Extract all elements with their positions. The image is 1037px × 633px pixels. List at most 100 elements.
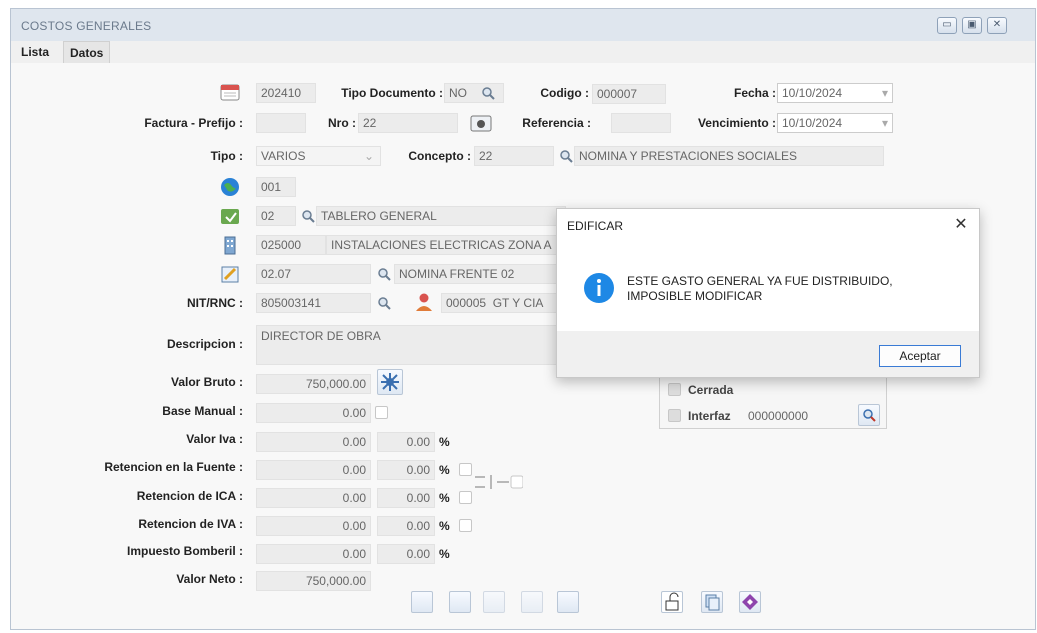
nit-label: NIT/RNC : — [187, 296, 243, 310]
unlock-icon — [665, 592, 679, 611]
valor-neto-label: Valor Neto : — [176, 572, 243, 586]
base-manual-label: Base Manual : — [162, 404, 243, 418]
search-icon[interactable] — [301, 209, 315, 226]
close-window-button[interactable]: ✕ — [987, 17, 1007, 34]
retencion-link-connector — [475, 471, 524, 493]
calculator-button[interactable] — [377, 369, 403, 395]
vencimiento-label: Vencimiento : — [697, 116, 776, 130]
factura-prefijo-field[interactable] — [256, 113, 306, 133]
percent-symbol: % — [439, 547, 450, 561]
referencia-label: Referencia : — [522, 116, 591, 130]
retencion-iva-field[interactable]: 0.00 — [256, 516, 371, 536]
vencimiento-datepicker[interactable]: 10/10/2024 ▾ — [777, 113, 893, 133]
valor-bruto-label: Valor Bruto : — [170, 375, 243, 389]
unlock-button[interactable] — [661, 591, 683, 613]
save-button[interactable] — [483, 591, 505, 613]
tipo-select[interactable]: VARIOS ⌄ — [256, 146, 381, 166]
interfaz-checkbox[interactable] — [668, 409, 681, 422]
search-icon — [863, 409, 876, 422]
alert-dialog: EDIFICAR ✕ ESTE GASTO GENERAL YA FUE DIS… — [556, 208, 980, 378]
proyecto-code-field[interactable]: 02 — [256, 206, 296, 226]
person-icon[interactable] — [413, 291, 435, 313]
retencion-ica-label: Retencion de ICA : — [136, 489, 243, 503]
chevron-down-icon: ⌄ — [363, 149, 374, 163]
valor-neto-field[interactable]: 750,000.00 — [256, 571, 371, 591]
nit-field[interactable]: 805003141 — [256, 293, 371, 313]
base-manual-field[interactable]: 0.00 — [256, 403, 371, 423]
actividad-code-field[interactable]: 02.07 — [256, 264, 371, 284]
concepto-name-field: NOMINA Y PRESTACIONES SOCIALES — [574, 146, 884, 166]
retencion-ica-pct-field[interactable]: 0.00 — [377, 488, 435, 508]
calendar-icon[interactable] — [219, 82, 241, 102]
camera-icon[interactable] — [469, 113, 493, 133]
task-icon — [219, 263, 241, 285]
fecha-label: Fecha : — [733, 86, 776, 100]
codigo-label: Codigo : — [540, 86, 589, 100]
search-icon[interactable] — [481, 86, 495, 103]
concepto-label: Concepto : — [408, 149, 471, 163]
impuesto-bomberil-label: Impuesto Bomberil : — [126, 544, 243, 558]
retencion-iva-checkbox[interactable] — [459, 519, 472, 532]
building-icon — [219, 234, 241, 256]
search-icon[interactable] — [377, 296, 391, 313]
diamond-button[interactable] — [739, 591, 761, 613]
percent-symbol: % — [439, 491, 450, 505]
retencion-fuente-field[interactable]: 0.00 — [256, 460, 371, 480]
proyecto-name-field: TABLERO GENERAL — [316, 206, 566, 226]
tipo-documento-field[interactable]: NO — [444, 83, 504, 103]
aceptar-button[interactable]: Aceptar — [879, 345, 961, 367]
base-manual-checkbox[interactable] — [375, 406, 388, 419]
retencion-ica-field[interactable]: 0.00 — [256, 488, 371, 508]
copy-button[interactable] — [701, 591, 723, 613]
valor-bruto-field[interactable]: 750,000.00 — [256, 374, 371, 394]
retencion-iva-pct-field[interactable]: 0.00 — [377, 516, 435, 536]
globe-icon — [219, 176, 241, 198]
impuesto-bomberil-field[interactable]: 0.00 — [256, 544, 371, 564]
tipo-documento-label: Tipo Documento : — [341, 86, 443, 100]
percent-symbol: % — [439, 435, 450, 449]
retencion-ica-checkbox[interactable] — [459, 491, 472, 504]
cerrada-checkbox[interactable] — [668, 383, 681, 396]
descripcion-textarea[interactable]: DIRECTOR DE OBRA — [256, 325, 566, 365]
fecha-datepicker[interactable]: 10/10/2024 ▾ — [777, 83, 893, 103]
undo-button[interactable] — [521, 591, 543, 613]
dialog-close-icon[interactable]: ✕ — [951, 215, 971, 235]
centro-costo-code-field[interactable]: 025000 — [256, 235, 326, 255]
centro-costo-name-field: INSTALACIONES ELECTRICAS ZONA A — [326, 235, 566, 255]
minimize-button[interactable]: ▭ — [937, 17, 957, 34]
dialog-message: ESTE GASTO GENERAL YA FUE DISTRIBUIDO, I… — [627, 274, 893, 303]
descripcion-label: Descripcion : — [166, 337, 243, 351]
valor-iva-field[interactable]: 0.00 — [256, 432, 371, 452]
maximize-button[interactable]: ▣ — [962, 17, 982, 34]
chevron-down-icon: ▾ — [881, 116, 888, 130]
referencia-field[interactable] — [611, 113, 671, 133]
retencion-fuente-checkbox[interactable] — [459, 463, 472, 476]
project-icon — [219, 205, 241, 227]
periodo-field[interactable]: 202410 — [256, 83, 316, 103]
retencion-fuente-pct-field[interactable]: 0.00 — [377, 460, 435, 480]
delete-record-button[interactable] — [557, 591, 579, 613]
valor-iva-pct-field[interactable]: 0.00 — [377, 432, 435, 452]
search-icon[interactable] — [559, 149, 573, 166]
nro-field[interactable]: 22 — [358, 113, 458, 133]
edit-record-button[interactable] — [449, 591, 471, 613]
impuesto-bomberil-pct-field[interactable]: 0.00 — [377, 544, 435, 564]
retencion-fuente-label: Retencion en la Fuente : — [104, 460, 243, 474]
sucursal-field[interactable]: 001 — [256, 177, 296, 197]
actividad-name-field: NOMINA FRENTE 02 — [394, 264, 566, 284]
concepto-code-field[interactable]: 22 — [474, 146, 554, 166]
tercero-field: 000005 GT Y CIA — [441, 293, 566, 313]
tab-lista[interactable]: Lista — [15, 41, 55, 63]
factura-prefijo-label: Factura - Prefijo : — [144, 116, 243, 130]
diamond-icon — [742, 594, 758, 610]
tab-datos[interactable]: Datos — [63, 41, 111, 63]
new-record-button[interactable] — [411, 591, 433, 613]
valor-iva-label: Valor Iva : — [186, 432, 243, 446]
window-title: COSTOS GENERALES — [21, 19, 152, 33]
retencion-iva-label: Retencion de IVA : — [138, 517, 243, 531]
dialog-footer: Aceptar — [557, 331, 979, 377]
codigo-field[interactable]: 000007 — [592, 84, 666, 104]
search-icon[interactable] — [377, 267, 391, 284]
tipo-label: Tipo : — [210, 149, 243, 163]
interfaz-search-button[interactable] — [858, 404, 880, 426]
